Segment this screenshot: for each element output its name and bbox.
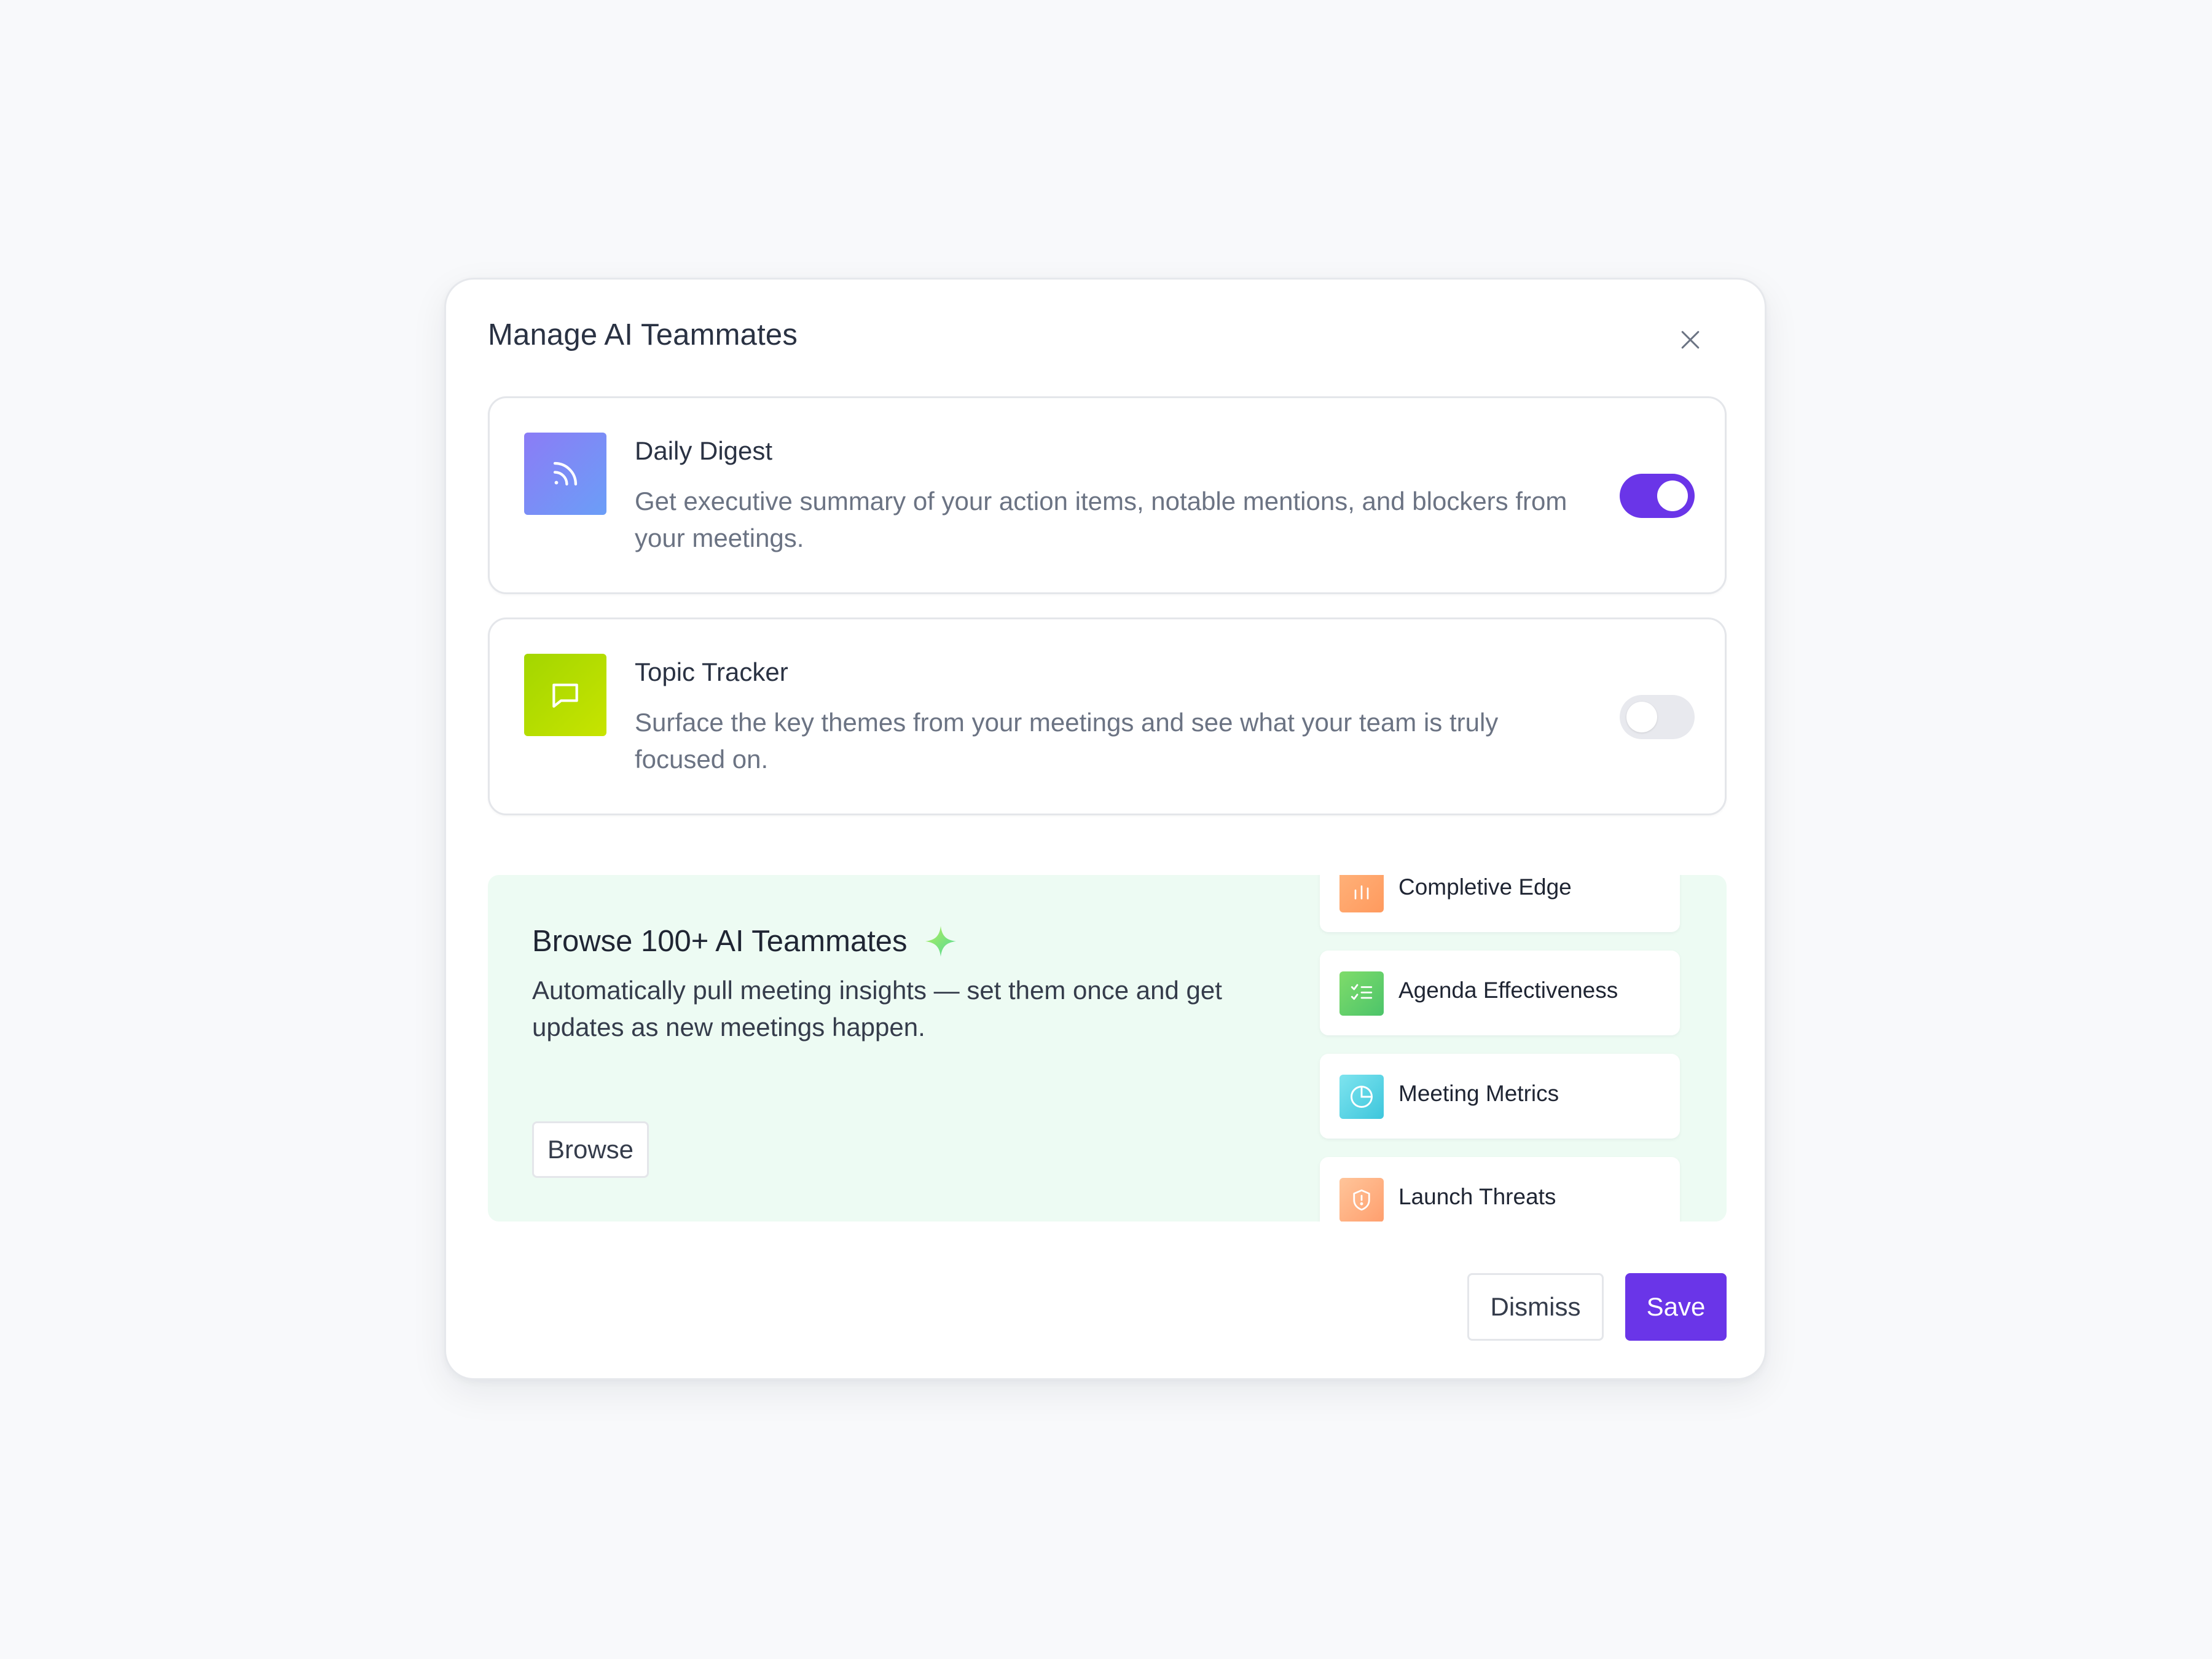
teammate-description: Get executive summary of your action ite…: [635, 487, 1567, 552]
pie-chart-icon: [1339, 1075, 1384, 1119]
teammate-description: Surface the key themes from your meeting…: [635, 708, 1499, 774]
teammate-card-topic-tracker: Topic Tracker Surface the key themes fro…: [488, 618, 1727, 815]
toggle-knob: [1626, 702, 1657, 732]
list-item[interactable]: Agenda Effectiveness: [1320, 951, 1680, 1035]
teammate-suggestions-list[interactable]: Completive Edge Agenda Effectiveness Mee…: [1320, 875, 1680, 1222]
manage-ai-teammates-modal: Manage AI Teammates Daily Digest Get exe…: [444, 278, 1767, 1380]
rss-icon: [524, 433, 606, 515]
teammate-title: Topic Tracker: [635, 657, 788, 686]
list-item[interactable]: Meeting Metrics: [1320, 1054, 1680, 1139]
checklist-icon: [1339, 971, 1384, 1016]
sparkle-icon: [922, 923, 959, 960]
list-item-label: Launch Threats: [1398, 1184, 1556, 1209]
list-item-label: Completive Edge: [1398, 875, 1572, 900]
modal-title: Manage AI Teammates: [488, 318, 798, 351]
browse-description: Automatically pull meeting insights — se…: [532, 976, 1222, 1041]
bar-chart-icon: [1339, 875, 1384, 912]
teammate-card-daily-digest: Daily Digest Get executive summary of yo…: [488, 396, 1727, 594]
save-button[interactable]: Save: [1625, 1273, 1727, 1341]
close-button[interactable]: [1672, 321, 1709, 358]
browse-button[interactable]: Browse: [532, 1121, 649, 1178]
teammate-title: Daily Digest: [635, 436, 773, 465]
browse-title-text: Browse 100+ AI Teammates: [532, 925, 908, 958]
toggle-knob: [1657, 480, 1688, 511]
dismiss-button[interactable]: Dismiss: [1467, 1273, 1604, 1341]
browse-teammates-panel: Browse 100+ AI Teammates Automatically p…: [488, 875, 1727, 1222]
shield-alert-icon: [1339, 1178, 1384, 1222]
close-icon: [1681, 331, 1700, 349]
list-item[interactable]: Completive Edge: [1320, 875, 1680, 932]
topic-tracker-toggle[interactable]: [1620, 695, 1695, 739]
list-item[interactable]: Launch Threats: [1320, 1157, 1680, 1222]
list-item-label: Agenda Effectiveness: [1398, 978, 1618, 1003]
message-square-icon: [524, 654, 606, 736]
browse-title: Browse 100+ AI Teammates: [532, 923, 959, 960]
list-item-label: Meeting Metrics: [1398, 1081, 1559, 1106]
daily-digest-toggle[interactable]: [1620, 474, 1695, 518]
